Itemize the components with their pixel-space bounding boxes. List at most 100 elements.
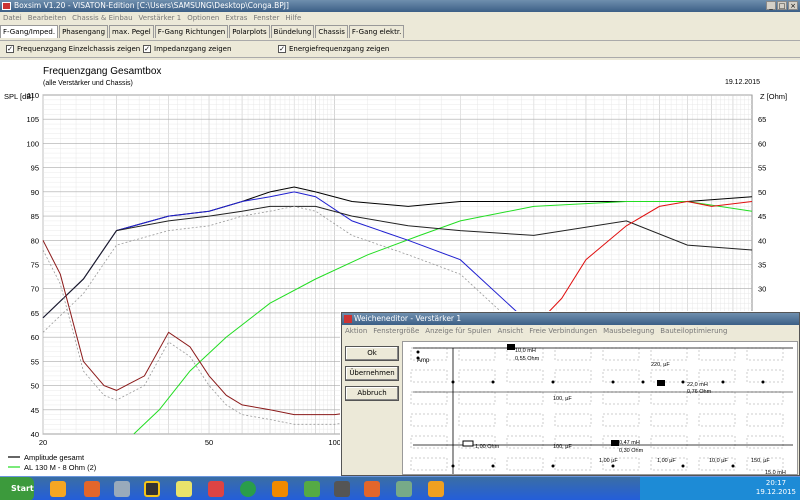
apply-button[interactable]: Übernehmen [345, 366, 399, 381]
empty-slot[interactable] [746, 413, 784, 427]
empty-slot[interactable] [746, 435, 784, 449]
component-label[interactable]: 15,0 mH [765, 470, 786, 475]
checkbox-impedanz[interactable]: ✓ Impedanzgang zeigen [143, 45, 231, 53]
empty-slot[interactable] [554, 457, 592, 471]
menu-item[interactable]: Verstärker 1 [136, 12, 185, 24]
tab[interactable]: F-Gang Richtungen [154, 25, 229, 38]
empty-slot[interactable] [602, 391, 640, 405]
empty-slot[interactable] [506, 369, 544, 383]
tab[interactable]: Bündelung [270, 25, 315, 38]
tab[interactable]: Polarplots [229, 25, 270, 38]
empty-slot[interactable] [746, 347, 784, 361]
menu-item[interactable]: Datei [0, 12, 25, 24]
tool-icon[interactable] [396, 481, 412, 497]
component-label[interactable]: 100, µF [553, 444, 572, 450]
tab[interactable]: F-Gang/Imped. [0, 25, 59, 38]
empty-slot[interactable] [506, 391, 544, 405]
cancel-button[interactable]: Abbruch [345, 386, 399, 401]
empty-slot[interactable] [650, 369, 688, 383]
menu-item[interactable]: Extras [222, 12, 250, 24]
component-label[interactable]: 1,00 Ohm [475, 444, 500, 450]
component-label[interactable]: 0,30 Ohm [619, 448, 644, 454]
media-player-icon[interactable] [50, 481, 66, 497]
component-label[interactable]: 0,55 Ohm [515, 356, 540, 362]
empty-slot[interactable] [602, 369, 640, 383]
editor-menu-item[interactable]: Anzeige für Spulen [422, 325, 494, 337]
component-label[interactable]: 100, µF [553, 396, 572, 402]
inductor-symbol[interactable] [507, 344, 515, 350]
component-label[interactable]: 0,76 Ohm [687, 389, 712, 395]
empty-slot[interactable] [554, 413, 592, 427]
component-label[interactable]: 10,0 mH [515, 348, 536, 354]
firefox2-icon[interactable] [364, 481, 380, 497]
checkbox-icon[interactable]: ✓ [278, 45, 286, 53]
resistor-symbol[interactable] [462, 440, 474, 447]
inductor-symbol[interactable] [657, 380, 665, 386]
circuit-canvas[interactable]: Amp 10,0 mH 0,55 Ohm 220, µF 100, µF 22,0 mH 0… [402, 341, 798, 475]
close-button[interactable]: × [788, 1, 798, 10]
empty-slot[interactable] [458, 413, 496, 427]
editor-menu-item[interactable]: Fenstergröße [370, 325, 422, 337]
tab[interactable]: Phasengang [59, 25, 109, 38]
empty-slot[interactable] [602, 413, 640, 427]
paint-icon[interactable] [208, 481, 224, 497]
component-label[interactable]: 1,00 µF [599, 458, 618, 464]
checkbox-energie[interactable]: ✓ Energiefrequenzgang zeigen [278, 45, 389, 53]
empty-slot[interactable] [458, 347, 496, 361]
checkbox-icon[interactable]: ✓ [143, 45, 151, 53]
empty-slot[interactable] [410, 413, 448, 427]
editor-menu-item[interactable]: Ansicht [494, 325, 526, 337]
tab[interactable]: Chassis [315, 25, 348, 38]
empty-slot[interactable] [458, 391, 496, 405]
tab[interactable]: max. Pegel [109, 25, 154, 38]
boxsim-icon[interactable] [144, 481, 160, 497]
editor-menu-item[interactable]: Mausbelegung [600, 325, 657, 337]
empty-slot[interactable] [458, 369, 496, 383]
empty-slot[interactable] [506, 457, 544, 471]
file-icon[interactable] [114, 481, 130, 497]
empty-slot[interactable] [746, 391, 784, 405]
editor-menu-item[interactable]: Aktion [342, 325, 370, 337]
editor-menu-item[interactable]: Freie Verbindungen [526, 325, 600, 337]
checkbox-einzelchassis[interactable]: ✓ Frequenzgang Einzelchassis zeigen [6, 45, 140, 53]
component-label[interactable]: 22,0 mH [687, 382, 708, 388]
folder-icon[interactable] [176, 481, 192, 497]
empty-slot[interactable] [698, 347, 736, 361]
empty-slot[interactable] [698, 435, 736, 449]
component-label[interactable]: 150, µF [751, 458, 770, 464]
menu-item[interactable]: Optionen [184, 12, 222, 24]
empty-slot[interactable] [698, 413, 736, 427]
empty-slot[interactable] [554, 369, 592, 383]
empty-slot[interactable] [410, 457, 448, 471]
empty-slot[interactable] [410, 435, 448, 449]
firefox-icon[interactable] [84, 481, 100, 497]
empty-slot[interactable] [554, 347, 592, 361]
tab[interactable]: F-Gang elektr. [348, 25, 405, 38]
minimize-button[interactable]: _ [766, 1, 776, 10]
empty-slot[interactable] [458, 457, 496, 471]
app-k-icon[interactable] [304, 481, 320, 497]
component-label[interactable]: 220, µF [651, 362, 670, 368]
component-label[interactable]: 0,47 mH [619, 440, 640, 446]
checkbox-icon[interactable]: ✓ [6, 45, 14, 53]
empty-slot[interactable] [410, 391, 448, 405]
component-label[interactable]: 1,00 µF [657, 458, 676, 464]
empty-slot[interactable] [506, 413, 544, 427]
editor-menu-item[interactable]: Bauteiloptimierung [657, 325, 730, 337]
menu-item[interactable]: Hilfe [282, 12, 304, 24]
empty-slot[interactable] [410, 369, 448, 383]
empty-slot[interactable] [746, 369, 784, 383]
empty-slot[interactable] [650, 347, 688, 361]
menu-item[interactable]: Fenster [250, 12, 282, 24]
eye-icon[interactable] [334, 481, 350, 497]
empty-slot[interactable] [698, 369, 736, 383]
empty-slot[interactable] [650, 391, 688, 405]
menu-item[interactable]: Chassis & Einbau [69, 12, 135, 24]
vlc-icon[interactable] [272, 481, 288, 497]
ok-button[interactable]: Ok [345, 346, 399, 361]
empty-slot[interactable] [506, 435, 544, 449]
avast-icon[interactable] [428, 481, 444, 497]
start-button[interactable]: Start [0, 477, 34, 500]
empty-slot[interactable] [650, 413, 688, 427]
maximize-button[interactable]: □ [777, 1, 787, 10]
